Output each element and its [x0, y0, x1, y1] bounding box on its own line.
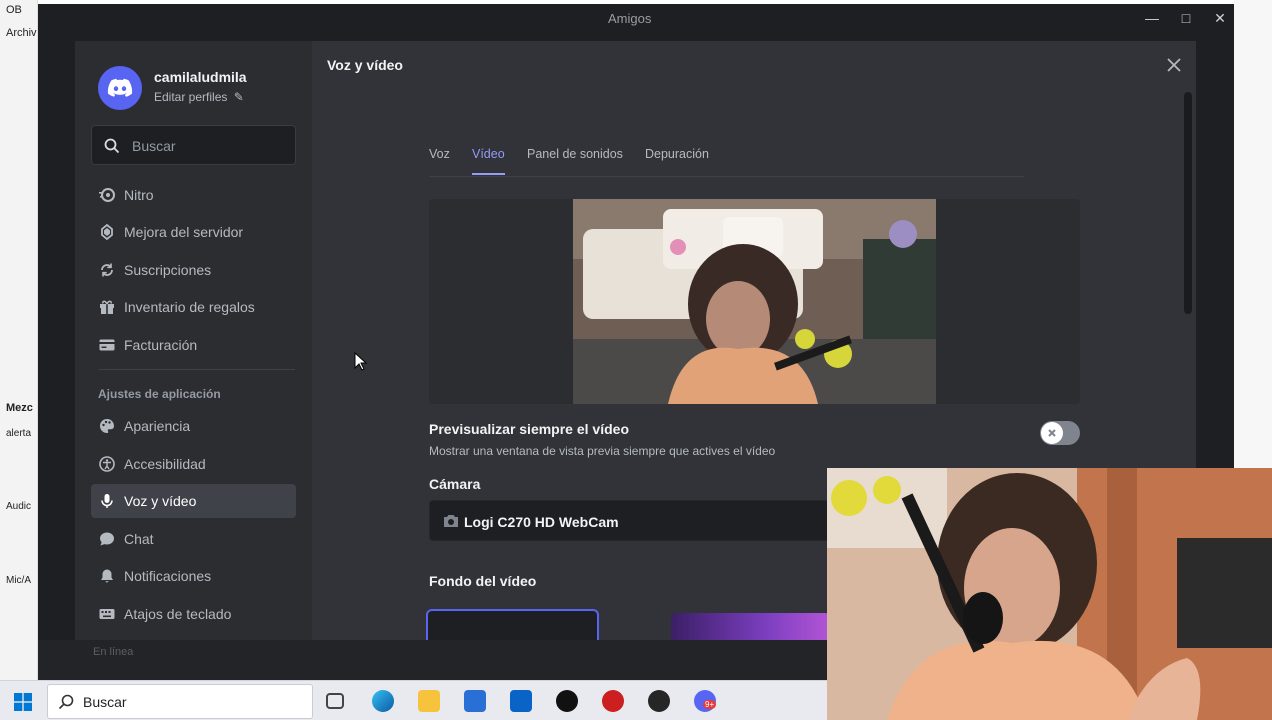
always-preview-title: Previsualizar siempre el vídeo	[429, 421, 629, 437]
obs-source-fragment: alerta	[6, 428, 32, 439]
title-bar: Amigos — □ ✕	[38, 4, 1234, 34]
pencil-icon: ✎	[233, 90, 244, 104]
mouse-cursor-icon	[354, 352, 368, 371]
sidebar-item-notifications[interactable]: Notificaciones	[91, 559, 296, 593]
tab-soundboard[interactable]: Panel de sonidos	[527, 147, 623, 161]
tab-voice[interactable]: Voz	[429, 147, 450, 161]
tiktok-icon[interactable]	[556, 690, 578, 712]
close-window-icon[interactable]: ✕	[1210, 10, 1230, 27]
obs-background-panel: OB Archiv Mezc alerta Audic Mic/A	[0, 0, 38, 680]
chat-bubble-icon	[100, 532, 114, 546]
task-view-icon[interactable]	[326, 693, 344, 709]
sidebar-item-billing[interactable]: Facturación	[91, 328, 296, 362]
discord-badge: 9+	[703, 700, 717, 709]
page-title: Voz y vídeo	[327, 57, 403, 73]
sidebar-item-label: Nitro	[124, 187, 154, 203]
active-tab-indicator	[472, 173, 505, 175]
sidebar-item-label: Mejora del servidor	[124, 224, 244, 240]
camera-selected-value: Logi C270 HD WebCam	[464, 514, 619, 530]
obs-source-fragment: Mic/A	[6, 575, 31, 586]
maximize-icon[interactable]: □	[1176, 10, 1196, 26]
keyboard-icon	[99, 609, 115, 619]
edit-profiles-link[interactable]: Editar perfiles ✎	[154, 90, 244, 104]
sidebar-item-server-boost[interactable]: Mejora del servidor	[91, 215, 296, 249]
camera-preview-image	[573, 199, 936, 404]
minimize-icon[interactable]: —	[1142, 10, 1162, 26]
window-title: Amigos	[608, 11, 652, 26]
accessibility-icon	[99, 456, 115, 472]
close-icon[interactable]	[1164, 55, 1184, 75]
file-explorer-icon[interactable]	[418, 690, 440, 712]
sidebar-item-label: Accesibilidad	[124, 456, 206, 472]
sidebar-item-accessibility[interactable]: Accesibilidad	[91, 447, 296, 481]
sidebar-item-label: Atajos de teclado	[124, 606, 232, 622]
billing-icon	[99, 339, 115, 351]
tabs-divider	[429, 176, 1024, 177]
outlook-icon[interactable]	[510, 690, 532, 712]
sidebar-item-label: Voz y vídeo	[124, 493, 197, 509]
avatar[interactable]	[98, 66, 142, 110]
nitro-icon	[99, 188, 115, 202]
obs-title-fragment: OB	[6, 4, 22, 16]
edit-profiles-label: Editar perfiles	[154, 90, 228, 104]
edge-icon[interactable]	[372, 690, 394, 712]
sidebar-item-label: Apariencia	[124, 418, 191, 434]
taskbar-search[interactable]: Buscar	[47, 684, 313, 719]
microphone-icon	[101, 494, 113, 508]
sidebar-item-keybinds[interactable]: Atajos de teclado	[91, 597, 296, 631]
sidebar-divider	[99, 369, 295, 370]
sidebar-item-label: Chat	[124, 531, 154, 547]
username: camilaludmila	[154, 69, 247, 85]
windows-start-icon[interactable]	[14, 693, 32, 711]
tab-video[interactable]: Vídeo	[472, 147, 505, 161]
search-icon	[58, 694, 74, 710]
user-panel-strip	[38, 640, 828, 680]
discord-icon[interactable]: 9+	[694, 690, 717, 712]
sidebar-item-label: Inventario de regalos	[124, 299, 255, 315]
search-input[interactable]: Buscar	[132, 138, 176, 154]
tab-debug[interactable]: Depuración	[645, 147, 709, 161]
content-scrollbar[interactable]	[1184, 92, 1192, 314]
webcam-overlay	[827, 468, 1272, 720]
camera-select[interactable]: Logi C270 HD WebCam	[429, 500, 849, 541]
sidebar-item-gift-inventory[interactable]: Inventario de regalos	[91, 290, 296, 324]
camera-label: Cámara	[429, 476, 481, 492]
sidebar-item-chat[interactable]: Chat	[91, 522, 296, 556]
sidebar-item-label: Suscripciones	[124, 262, 212, 278]
settings-search[interactable]: Buscar	[91, 125, 296, 165]
always-preview-description: Mostrar una ventana de vista previa siem…	[429, 444, 776, 458]
toggle-off-x-icon	[1048, 429, 1056, 437]
video-background-label: Fondo del vídeo	[429, 573, 537, 589]
sidebar-item-voice-video[interactable]: Voz y vídeo	[91, 484, 296, 518]
search-icon	[104, 138, 120, 154]
palette-icon	[100, 419, 114, 433]
obs-menu-fragment: Archiv	[6, 27, 37, 39]
background-window-edge	[1234, 0, 1272, 470]
record-app-icon[interactable]	[602, 690, 624, 712]
user-status: En línea	[93, 646, 134, 658]
sidebar-item-label: Notificaciones	[124, 568, 212, 584]
gift-icon	[100, 300, 114, 314]
sidebar-item-label: Facturación	[124, 337, 198, 353]
toggle-knob[interactable]	[1041, 422, 1063, 444]
sidebar-item-subscriptions[interactable]: Suscripciones	[91, 253, 296, 287]
subscriptions-icon	[101, 263, 113, 277]
sidebar-item-appearance[interactable]: Apariencia	[91, 409, 296, 443]
store-icon[interactable]	[464, 690, 486, 712]
sidebar-item-nitro[interactable]: Nitro	[91, 178, 296, 212]
boost-icon	[101, 224, 113, 240]
obs-icon[interactable]	[648, 690, 670, 712]
section-header-app-settings: Ajustes de aplicación	[98, 387, 221, 401]
obs-source-fragment: Audic	[6, 501, 32, 512]
bell-icon	[101, 569, 113, 583]
camera-icon	[444, 515, 458, 527]
obs-mixer-fragment: Mezc	[6, 402, 33, 414]
discord-logo-icon	[107, 78, 133, 97]
taskbar-search-input[interactable]: Buscar	[83, 694, 127, 710]
